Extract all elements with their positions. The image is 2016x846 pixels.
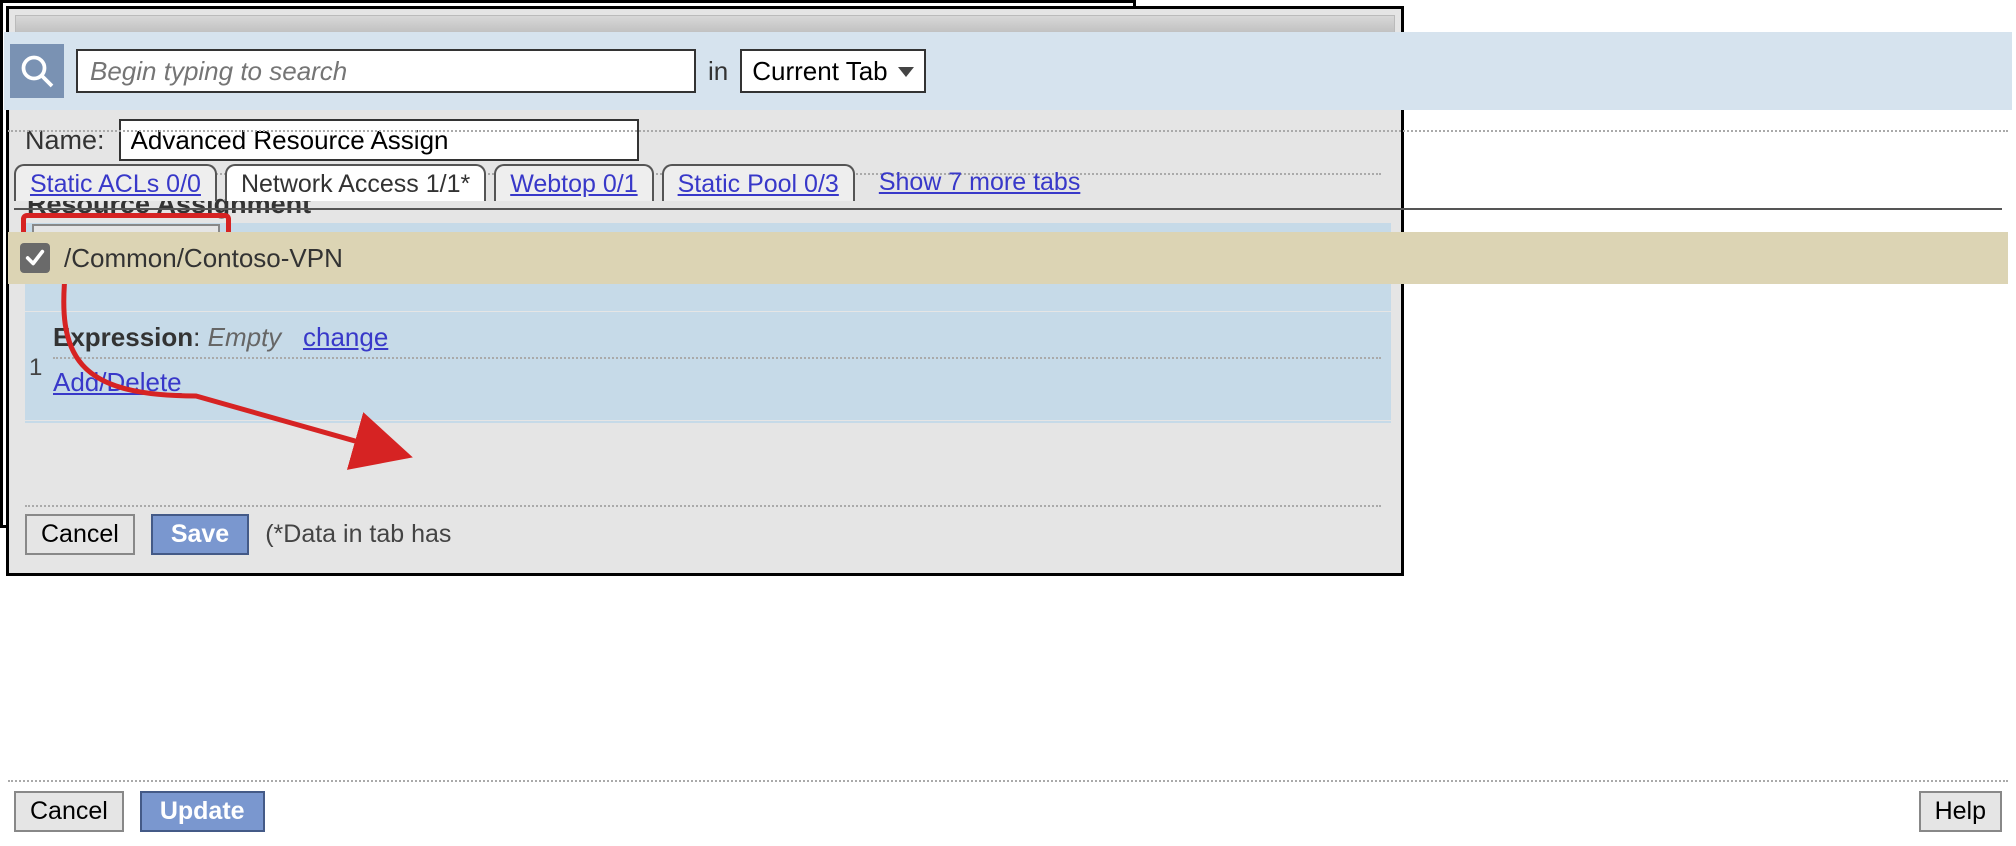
save-button[interactable]: Save <box>151 514 249 555</box>
update-button[interactable]: Update <box>140 791 265 832</box>
show-more-tabs-link[interactable]: Show 7 more tabs <box>879 168 1081 197</box>
expression-value: Empty <box>208 322 282 352</box>
bottom-bar: Cancel Update Help <box>14 791 2002 832</box>
add-delete-link[interactable]: Add/Delete <box>53 367 182 397</box>
resource-item-checkbox[interactable] <box>20 243 50 273</box>
unsaved-note: (*Data in tab has <box>265 520 451 549</box>
search-strip: in Current Tab <box>4 32 2012 110</box>
expression-change-link[interactable]: change <box>303 322 388 352</box>
tab-static-pool[interactable]: Static Pool 0/3 <box>662 164 855 201</box>
tab-underline <box>14 208 2002 210</box>
search-scope-select[interactable]: Current Tab <box>740 49 926 93</box>
separator <box>8 130 2008 132</box>
cancel-button[interactable]: Cancel <box>25 514 135 555</box>
entry-row: 1 Expression: Empty change Add/Delete <box>25 311 1391 421</box>
cancel-button[interactable]: Cancel <box>14 791 124 832</box>
search-icon <box>10 44 64 98</box>
name-input[interactable] <box>119 119 639 161</box>
separator <box>25 505 1381 507</box>
search-in-label: in <box>708 56 728 87</box>
resource-tabs: Static ACLs 0/0 Network Access 1/1* Webt… <box>14 164 1080 201</box>
entry-separator <box>53 357 1381 359</box>
resource-item-row[interactable]: /Common/Contoso-VPN <box>8 232 2008 284</box>
tab-webtop[interactable]: Webtop 0/1 <box>494 164 653 201</box>
search-input[interactable] <box>76 49 696 93</box>
entry-cell: Expression: Empty change Add/Delete <box>53 322 1381 410</box>
name-row: Name: <box>25 119 639 161</box>
separator <box>8 780 2008 782</box>
entry-index: 1 <box>29 354 42 382</box>
tab-static-acls[interactable]: Static ACLs 0/0 <box>14 164 217 201</box>
expression-label: Expression <box>53 322 193 352</box>
tab-network-access[interactable]: Network Access 1/1* <box>225 164 486 201</box>
help-button[interactable]: Help <box>1919 791 2002 832</box>
resource-item-label: /Common/Contoso-VPN <box>64 243 343 274</box>
bottom-bar: Cancel Save (*Data in tab has <box>25 514 451 555</box>
